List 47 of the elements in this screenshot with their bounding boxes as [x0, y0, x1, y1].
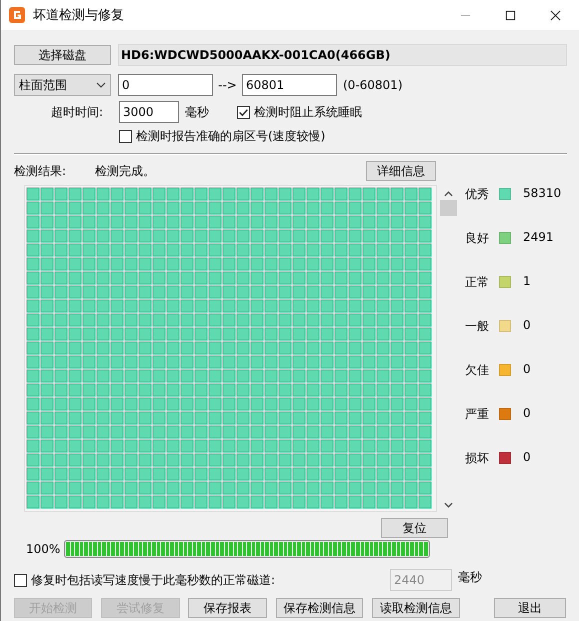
- range-end-field[interactable]: 60801: [242, 74, 337, 96]
- legend-count: 0: [523, 362, 531, 376]
- checkbox[interactable]: [237, 106, 250, 118]
- legend-count: 0: [523, 406, 531, 420]
- result-status: 检测完成。: [95, 162, 156, 180]
- details-button[interactable]: 详细信息: [366, 161, 436, 181]
- legend-count: 0: [523, 450, 531, 464]
- scrollbar-thumb[interactable]: [440, 200, 456, 216]
- legend-label: 一般: [465, 318, 490, 335]
- select-disk-button[interactable]: 选择磁盘: [14, 45, 111, 65]
- threshold-unit: 毫秒: [458, 568, 482, 586]
- range-start-field[interactable]: 0: [118, 74, 213, 96]
- progress-reading: 100%: [26, 542, 62, 556]
- scroll-down-icon[interactable]: [444, 502, 452, 508]
- legend-count: 58310: [523, 186, 562, 200]
- checkbox-label: 检测时阻止系统睡眠: [254, 104, 362, 120]
- legend-count: 0: [523, 318, 531, 332]
- timeout-label: 超时时间:: [50, 104, 104, 120]
- reset-button[interactable]: 复位: [381, 518, 448, 538]
- action-button[interactable]: 保存检测信息: [276, 598, 363, 618]
- legend-count: 2491: [523, 230, 554, 244]
- legend-label: 损坏: [465, 450, 490, 467]
- legend-label: 优秀: [465, 186, 490, 203]
- disk-name-field: HD6:WDCWD5000AAKX-001CA0(466GB): [118, 44, 567, 66]
- checkbox-label: 检测时报告准确的扇区号(速度较慢): [136, 128, 326, 145]
- result-label: 检测结果:: [14, 162, 68, 180]
- range-hint: (0-60801): [343, 78, 403, 92]
- action-button[interactable]: 读取检测信息: [372, 598, 460, 618]
- action-button[interactable]: 保存报表: [188, 598, 267, 618]
- legend-count: 1: [523, 274, 531, 288]
- scroll-up-icon[interactable]: [444, 191, 452, 197]
- app-logo-icon: [9, 7, 25, 23]
- timeout-field[interactable]: 3000: [119, 101, 179, 123]
- range-arrow: -->: [217, 78, 238, 92]
- legend-label: 正常: [465, 274, 490, 291]
- maximize-icon[interactable]: [505, 10, 516, 20]
- checkbox[interactable]: [119, 130, 132, 143]
- action-button[interactable]: 退出: [494, 598, 566, 618]
- window-title: 坏道检测与修复: [33, 7, 124, 24]
- range-mode-dropdown[interactable]: 柱面范围: [14, 74, 111, 96]
- checkbox-label: 修复时包括读写速度慢于此毫秒数的正常磁道:: [31, 572, 276, 588]
- close-icon[interactable]: [550, 10, 561, 20]
- legend-label: 严重: [465, 406, 490, 423]
- chevron-down-icon: [96, 82, 106, 88]
- legend-label: 欠佳: [465, 362, 490, 379]
- legend-label: 良好: [465, 230, 490, 247]
- timeout-unit: 毫秒: [185, 104, 210, 120]
